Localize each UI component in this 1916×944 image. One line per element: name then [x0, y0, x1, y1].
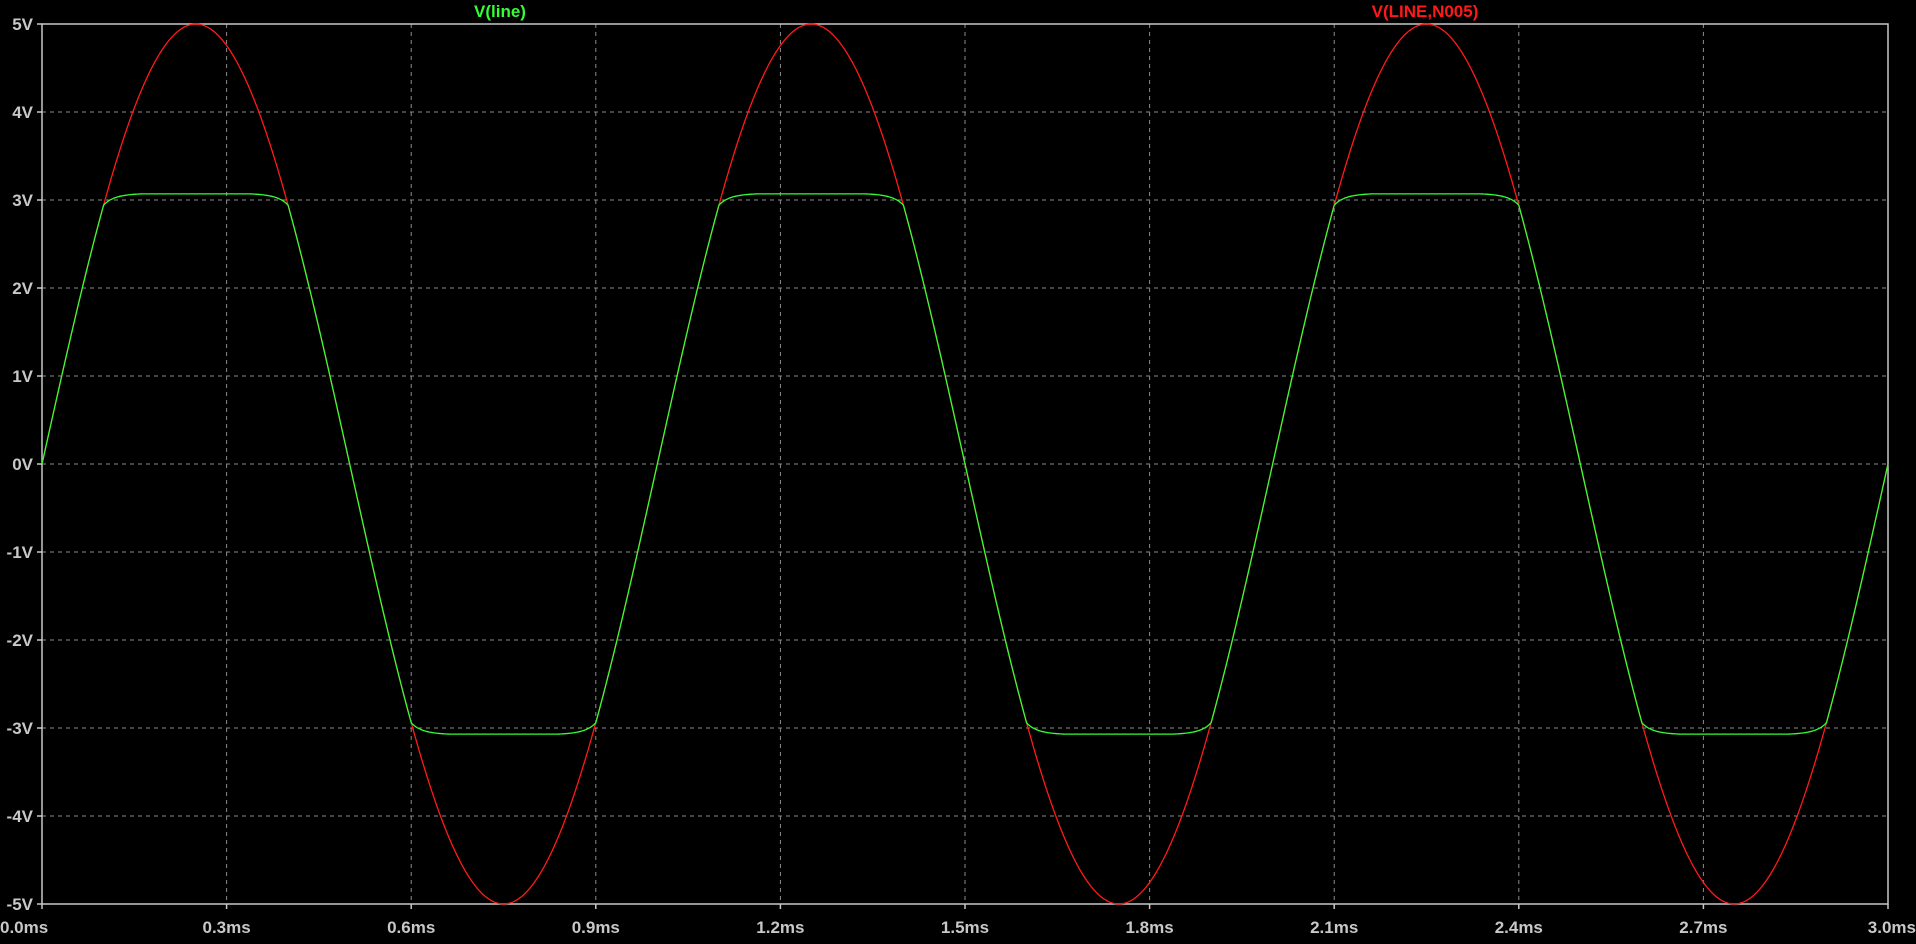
x-tick-label: 0.9ms [572, 918, 620, 937]
waveform-chart[interactable]: 0.0ms 0.3ms 0.6ms 0.9ms 1.2ms 1.5ms 1.8ms 2.1ms… [0, 0, 1916, 939]
x-tick-label: 0.6ms [387, 918, 435, 937]
y-tick-label: 3V [12, 191, 33, 210]
x-tick-label: 3.0ms [1868, 918, 1916, 937]
x-tick-label: 1.5ms [941, 918, 989, 937]
x-tick-label: 2.4ms [1495, 918, 1543, 937]
y-tick-label: -5V [7, 895, 34, 914]
y-tick-label: 1V [12, 367, 33, 386]
x-tick-label: 0.0ms [0, 918, 48, 937]
y-tick-label: -2V [7, 631, 34, 650]
waveform-plot-window[interactable]: 0.0ms 0.3ms 0.6ms 0.9ms 1.2ms 1.5ms 1.8ms 2.1ms… [0, 0, 1916, 939]
y-tick-label: 0V [12, 455, 33, 474]
y-tick-label: 4V [12, 103, 33, 122]
y-tick-label: 5V [12, 15, 33, 34]
x-tick-label: 2.1ms [1310, 918, 1358, 937]
x-tick-label: 1.2ms [756, 918, 804, 937]
y-tick-label: 2V [12, 279, 33, 298]
y-tick-label: -3V [7, 719, 34, 738]
x-tick-label: 2.7ms [1679, 918, 1727, 937]
y-tick-label: -4V [7, 807, 34, 826]
trace-legend: V(line) V(LINE,N005) [474, 2, 1478, 21]
legend-label-v-line[interactable]: V(line) [474, 2, 526, 21]
y-tick-label: -1V [7, 543, 34, 562]
x-tick-label: 1.8ms [1125, 918, 1173, 937]
axis-ticks: 0.0ms 0.3ms 0.6ms 0.9ms 1.2ms 1.5ms 1.8ms 2.1ms… [0, 15, 1916, 937]
legend-label-v-line-n005[interactable]: V(LINE,N005) [1372, 2, 1479, 21]
x-tick-label: 0.3ms [202, 918, 250, 937]
